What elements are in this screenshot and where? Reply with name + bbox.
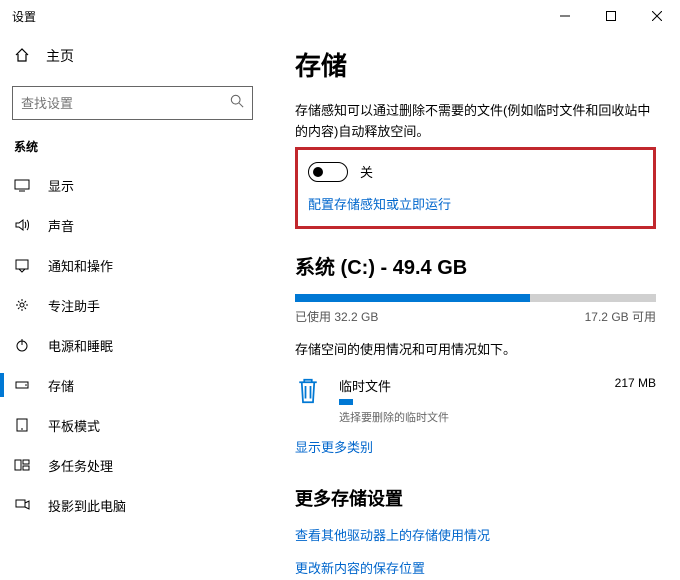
sidebar-item-storage[interactable]: 存储 bbox=[0, 365, 265, 405]
sidebar-item-project[interactable]: 投影到此电脑 bbox=[0, 485, 265, 525]
toggle-state-label: 关 bbox=[360, 162, 373, 181]
temp-files-row[interactable]: 临时文件 选择要删除的临时文件 217 MB bbox=[295, 376, 656, 425]
maximize-button[interactable] bbox=[588, 0, 634, 32]
search-icon bbox=[230, 94, 244, 113]
home-button[interactable]: 主页 bbox=[0, 36, 265, 76]
free-space-label: 17.2 GB 可用 bbox=[585, 308, 656, 325]
search-input[interactable] bbox=[21, 96, 230, 111]
project-icon bbox=[14, 497, 30, 513]
usage-description: 存储空间的使用情况和可用情况如下。 bbox=[295, 339, 656, 358]
category-header: 系统 bbox=[0, 138, 265, 165]
page-title: 存储 bbox=[295, 46, 656, 83]
home-label: 主页 bbox=[46, 46, 74, 66]
sidebar-item-label: 显示 bbox=[48, 176, 74, 195]
sound-icon bbox=[14, 217, 30, 233]
sidebar-item-power[interactable]: 电源和睡眠 bbox=[0, 325, 265, 365]
display-icon bbox=[14, 177, 30, 193]
toggle-knob bbox=[313, 167, 323, 177]
window-buttons bbox=[542, 0, 680, 32]
highlight-box: 关 配置存储感知或立即运行 bbox=[295, 147, 656, 229]
storage-sense-description: 存储感知可以通过删除不需要的文件(例如临时文件和回收站中的内容)自动释放空间。 bbox=[295, 101, 656, 143]
drive-header: 系统 (C:) - 49.4 GB bbox=[295, 251, 656, 280]
temp-subtitle: 选择要删除的临时文件 bbox=[339, 409, 597, 425]
sidebar-item-tablet[interactable]: 平板模式 bbox=[0, 405, 265, 445]
sidebar-item-multitask[interactable]: 多任务处理 bbox=[0, 445, 265, 485]
titlebar: 设置 bbox=[0, 0, 680, 32]
power-icon bbox=[14, 337, 30, 353]
sidebar-item-sound[interactable]: 声音 bbox=[0, 205, 265, 245]
sidebar-item-label: 声音 bbox=[48, 216, 74, 235]
configure-storage-sense-link[interactable]: 配置存储感知或立即运行 bbox=[308, 197, 451, 212]
more-settings-header: 更多存储设置 bbox=[295, 485, 656, 511]
app-title: 设置 bbox=[12, 8, 542, 25]
sidebar-item-label: 电源和睡眠 bbox=[48, 336, 113, 355]
temp-size: 217 MB bbox=[615, 376, 656, 390]
sidebar-item-label: 存储 bbox=[48, 376, 74, 395]
used-space-label: 已使用 32.2 GB bbox=[295, 308, 378, 325]
minimize-button[interactable] bbox=[542, 0, 588, 32]
storage-sense-toggle[interactable] bbox=[308, 162, 348, 182]
tablet-icon bbox=[14, 417, 30, 433]
close-button[interactable] bbox=[634, 0, 680, 32]
sidebar-item-label: 多任务处理 bbox=[48, 456, 113, 475]
home-icon bbox=[14, 47, 30, 66]
show-more-categories-link[interactable]: 显示更多类别 bbox=[295, 440, 373, 455]
save-location-link[interactable]: 更改新内容的保存位置 bbox=[295, 558, 656, 577]
trash-icon bbox=[295, 376, 321, 411]
sidebar-item-label: 专注助手 bbox=[48, 296, 100, 315]
storage-icon bbox=[14, 377, 30, 393]
temp-bar bbox=[339, 399, 353, 405]
other-drives-link[interactable]: 查看其他驱动器上的存储使用情况 bbox=[295, 525, 656, 544]
layout: 主页 系统 显示 声音 通知和操作 专注助手 电源和睡眠 bbox=[0, 32, 680, 580]
usage-row: 已使用 32.2 GB 17.2 GB 可用 bbox=[295, 308, 656, 325]
multitask-icon bbox=[14, 457, 30, 473]
sidebar-item-focus[interactable]: 专注助手 bbox=[0, 285, 265, 325]
storage-sense-toggle-row: 关 bbox=[308, 162, 643, 182]
sidebar-item-label: 投影到此电脑 bbox=[48, 496, 126, 515]
notification-icon bbox=[14, 257, 30, 273]
sidebar-item-label: 通知和操作 bbox=[48, 256, 113, 275]
sidebar: 主页 系统 显示 声音 通知和操作 专注助手 电源和睡眠 bbox=[0, 32, 265, 580]
temp-title: 临时文件 bbox=[339, 376, 597, 395]
sidebar-item-label: 平板模式 bbox=[48, 416, 100, 435]
storage-bar-fill bbox=[295, 294, 530, 302]
temp-info: 临时文件 选择要删除的临时文件 bbox=[339, 376, 597, 425]
main-content: 存储 存储感知可以通过删除不需要的文件(例如临时文件和回收站中的内容)自动释放空… bbox=[265, 32, 680, 580]
focus-icon bbox=[14, 297, 30, 313]
sidebar-item-notifications[interactable]: 通知和操作 bbox=[0, 245, 265, 285]
sidebar-item-display[interactable]: 显示 bbox=[0, 165, 265, 205]
storage-bar bbox=[295, 294, 656, 302]
search-box[interactable] bbox=[12, 86, 253, 120]
